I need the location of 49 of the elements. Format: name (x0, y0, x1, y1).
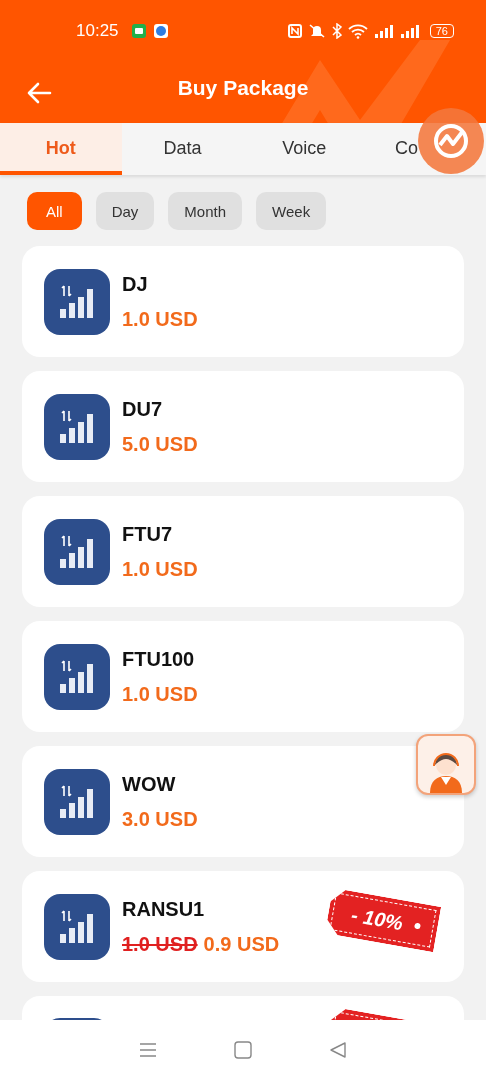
package-price: 0.9 USD (203, 932, 280, 956)
signal-icon (373, 23, 394, 39)
category-tab[interactable]: Data (121, 123, 244, 175)
package-card[interactable]: RANSU1 1.0 USD 0.9 USD - 10% (22, 871, 464, 982)
logo-icon (431, 121, 471, 161)
signal-icon (399, 23, 420, 39)
battery-level: 76 (429, 24, 454, 38)
package-card[interactable]: WOW 3.0 USD (22, 746, 464, 857)
package-card[interactable]: DU7 5.0 USD (22, 371, 464, 482)
signal-bars-icon (44, 518, 110, 585)
mute-icon (307, 23, 326, 39)
home-icon[interactable] (234, 1041, 252, 1059)
filter-chip[interactable]: Month (168, 192, 243, 230)
filter-chip[interactable]: Day (95, 192, 155, 230)
old-price: 1.0 USD (122, 932, 198, 956)
status-time: 10:25 (76, 21, 119, 41)
package-price: 5.0 USD (122, 432, 198, 456)
package-name: RANSU1 (122, 897, 206, 921)
package-price: 1.0 USD (122, 307, 198, 331)
package-card[interactable]: DJ 1.0 USD (22, 246, 464, 357)
wifi-icon (347, 23, 368, 39)
category-tab[interactable]: Co (365, 123, 417, 175)
signal-bars-icon (44, 643, 110, 710)
package-card[interactable]: FTU100 1.0 USD (22, 621, 464, 732)
page-title: Buy Package (177, 76, 309, 100)
package-price: 3.0 USD (122, 807, 198, 831)
package-price: 1.0 USD (122, 682, 198, 706)
back-button[interactable] (26, 81, 52, 104)
menu-icon[interactable] (138, 1042, 157, 1058)
chat-app-icon (130, 23, 147, 39)
package-name: FTU100 (122, 647, 196, 671)
package-price: 1.0 USD (122, 557, 198, 581)
app-icon (152, 23, 169, 39)
signal-bars-icon (44, 393, 110, 460)
filter-chip[interactable]: Week (256, 192, 327, 230)
signal-bars-icon (44, 768, 110, 835)
signal-bars-icon (44, 893, 110, 960)
back-arrow-icon (26, 81, 52, 104)
signal-bars-icon (44, 268, 110, 335)
package-name: WOW (122, 772, 177, 796)
package-name: DU7 (122, 397, 163, 421)
back-icon[interactable] (329, 1041, 348, 1059)
support-agent-button[interactable] (416, 734, 476, 795)
nfc-icon (287, 24, 302, 38)
bluetooth-icon (331, 23, 342, 39)
package-card[interactable]: FTU7 1.0 USD (22, 496, 464, 607)
category-tab[interactable]: Voice (243, 123, 365, 175)
package-name: DJ (122, 272, 149, 296)
package-name: FTU7 (122, 522, 173, 546)
